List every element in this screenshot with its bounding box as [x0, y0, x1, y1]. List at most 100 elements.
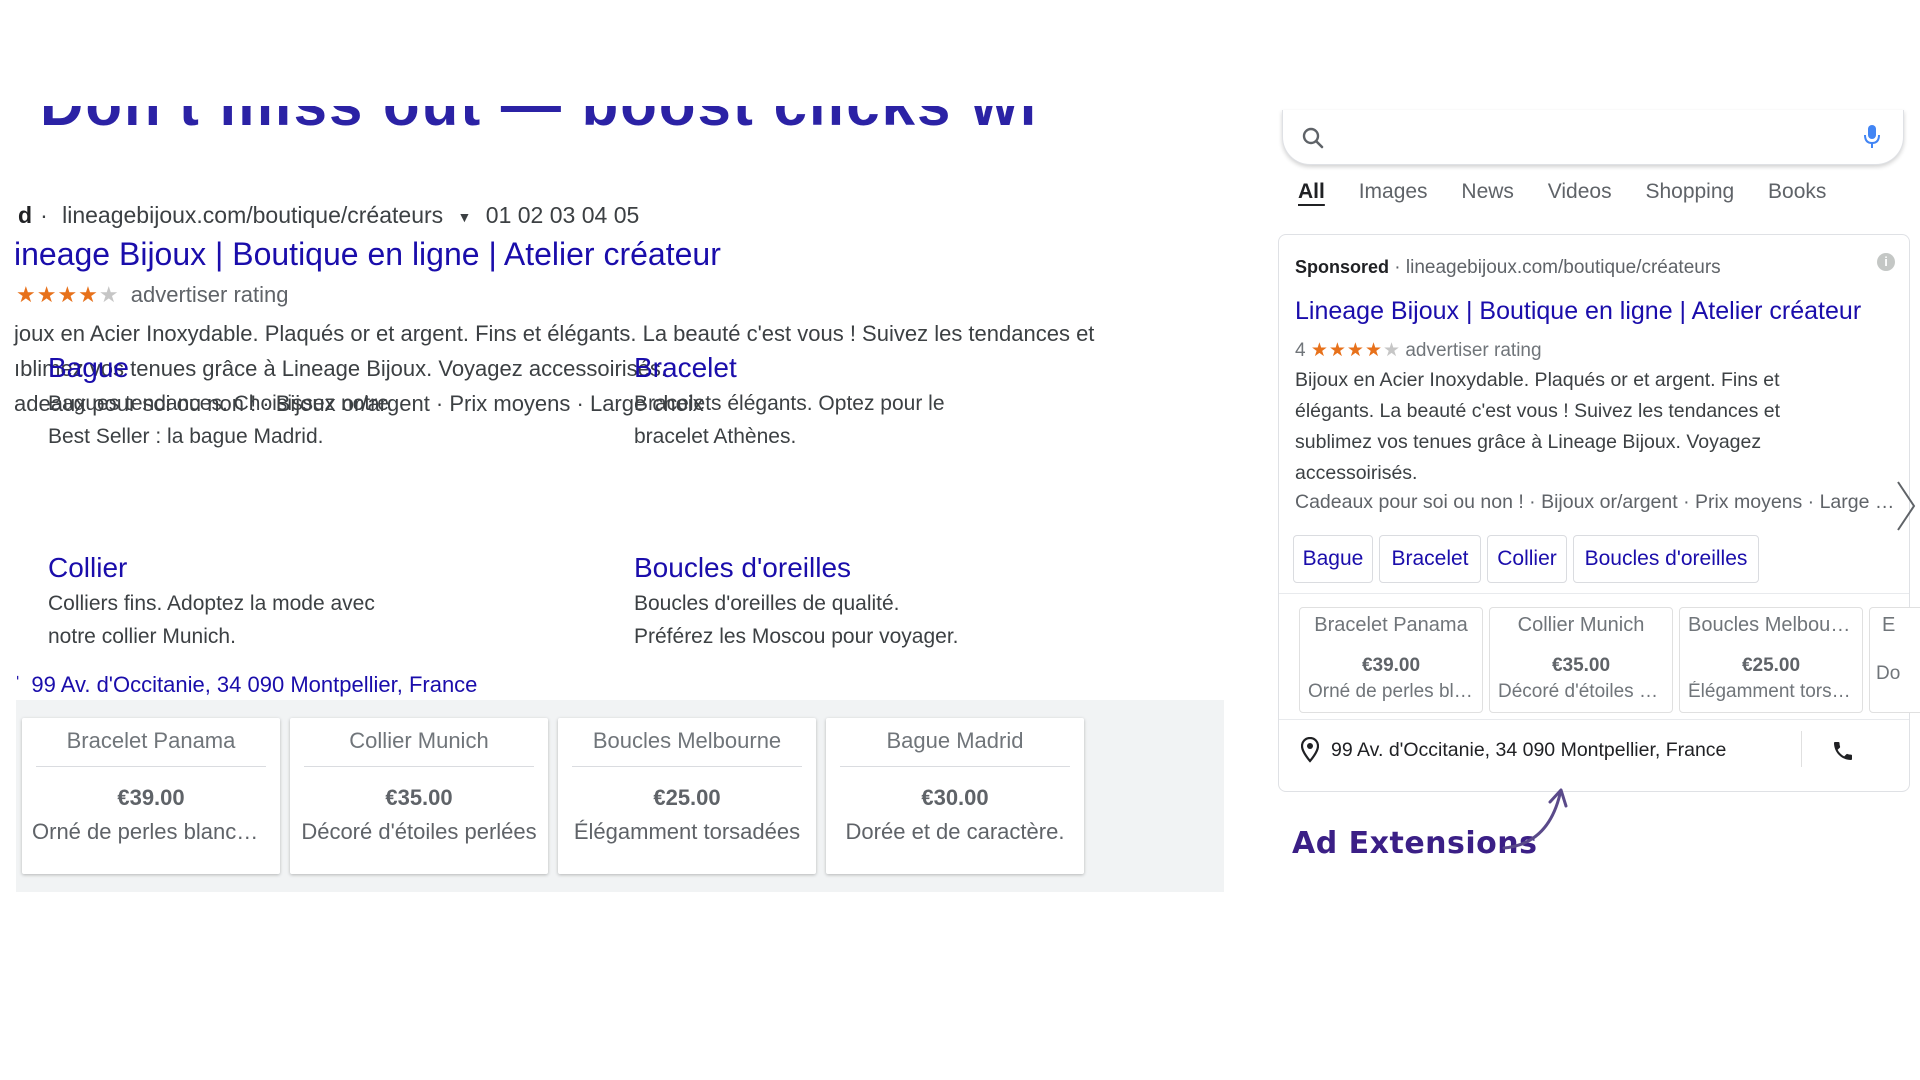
sitelink-desc: Préférez les Moscou pour voyager.	[634, 625, 959, 648]
mobile-ad-card: Sponsored · lineagebijoux.com/boutique/c…	[1278, 234, 1920, 792]
mobile-desc-line: Bijoux en Acier Inoxydable. Plaqués or e…	[1295, 369, 1780, 391]
mobile-product-card-partial[interactable]: E Do	[1869, 607, 1920, 713]
product-card[interactable]: Bracelet Panama €39.00 Orné de perles bl…	[22, 718, 280, 874]
slide-heading-partial: Don't miss out — boost clicks with ad ex…	[40, 106, 1040, 132]
product-name: Bracelet Panama	[1314, 614, 1468, 636]
product-desc: Orné de perles blanches	[1308, 681, 1482, 702]
product-name: Bague Madrid	[840, 728, 1070, 767]
product-price: €39.00	[1361, 655, 1421, 676]
location-pin-icon: ˈ	[14, 672, 22, 697]
product-name: E	[1882, 614, 1896, 636]
product-name: Collier Munich	[304, 728, 534, 767]
tab-all[interactable]: All	[1298, 180, 1325, 203]
product-card[interactable]: Collier Munich €35.00 Décoré d'étoiles p…	[290, 718, 548, 874]
mobile-product-card[interactable]: Bracelet Panama €39.00 Orné de perles bl…	[1299, 607, 1483, 713]
rating-text: advertiser rating	[1405, 340, 1542, 361]
mobile-desc-line: élégants. La beauté c'est vous ! Suivez …	[1295, 400, 1781, 422]
sitelink-desc: Colliers fins. Adoptez la mode avec	[48, 592, 375, 615]
ad-dot: ·	[40, 202, 48, 228]
mobile-product-card[interactable]: Boucles Melbourne €25.00 Élégamment tors…	[1679, 607, 1863, 713]
rating-stars-icon: ★★★★	[1310, 340, 1383, 361]
tab-books[interactable]: Books	[1768, 180, 1826, 203]
tab-videos[interactable]: Videos	[1548, 180, 1612, 203]
search-tabs: All Images News Videos Shopping Books	[1298, 180, 1854, 204]
sitelink-chip-boucles[interactable]: Boucles d'oreilles	[1573, 535, 1759, 583]
product-price: €25.00	[1741, 655, 1801, 676]
mobile-ad-headline-link[interactable]: Lineage Bijoux | Boutique en ligne | Ate…	[1295, 297, 1861, 326]
mobile-display-url[interactable]: · lineagebijoux.com/boutique/créateurs	[1394, 257, 1720, 278]
mobile-product-card[interactable]: Collier Munich €35.00 Décoré d'étoiles p…	[1489, 607, 1673, 713]
sponsored-label: Sponsored	[1295, 257, 1390, 277]
sitelink-desc: Best Seller : la bague Madrid.	[48, 425, 324, 448]
microphone-icon[interactable]	[1863, 124, 1881, 150]
ad-address: 99 Av. d'Occitanie, 34 090 Montpellier, …	[31, 672, 478, 697]
product-desc: Élégamment torsadées	[573, 819, 801, 844]
curved-arrow-icon	[1502, 788, 1568, 850]
dropdown-caret-icon[interactable]: ▼	[458, 209, 472, 225]
sitelink-title[interactable]: Collier	[48, 552, 375, 584]
rating-star-empty-icon: ★	[98, 282, 119, 307]
sitelink-desc: Bagues tendances. Choisissez notre	[48, 392, 389, 415]
tab-shopping[interactable]: Shopping	[1645, 180, 1734, 203]
sitelink-title[interactable]: Bracelet	[634, 352, 945, 384]
sitelink-title[interactable]: Boucles d'oreilles	[634, 552, 959, 584]
rating-star-empty-icon: ★	[1383, 340, 1401, 361]
ad-headline-link[interactable]: ineage Bijoux | Boutique en ligne | Atel…	[14, 236, 721, 273]
sitelink-chip-bague[interactable]: Bague	[1293, 535, 1373, 583]
product-desc: Orné de perles blanches	[32, 819, 272, 844]
mobile-desc-line: accessoirisés.	[1295, 462, 1418, 484]
product-card[interactable]: Boucles Melbourne €25.00 Élégamment tors…	[558, 718, 816, 874]
sitelink-bague: Bague Bagues tendances. Choisissez notre…	[48, 352, 389, 454]
product-desc: Décoré d'étoiles perlées	[301, 819, 537, 844]
chevron-right-icon[interactable]	[1894, 478, 1918, 534]
ad-phone[interactable]: 01 02 03 04 05	[486, 202, 639, 228]
sitelink-collier: Collier Colliers fins. Adoptez la mode a…	[48, 552, 375, 654]
slide-heading-text: Don't miss out — boost clicks with ad ex…	[40, 106, 1040, 132]
sitelink-desc: Bracelets élégants. Optez pour le	[634, 392, 945, 415]
ad-rating: ★★★★★ advertiser rating	[16, 282, 289, 308]
product-name: Bracelet Panama	[36, 728, 266, 767]
mobile-desc-line: sublimez vos tenues grâce à Lineage Bijo…	[1295, 431, 1762, 453]
product-price: €25.00	[653, 785, 721, 810]
product-desc: Do	[1876, 663, 1901, 684]
search-bar[interactable]	[1282, 110, 1904, 165]
sitelink-boucles: Boucles d'oreilles Boucles d'oreilles de…	[634, 552, 959, 654]
sitelink-desc: Boucles d'oreilles de qualité.	[634, 592, 900, 615]
product-card[interactable]: Bague Madrid €30.00 Dorée et de caractèr…	[826, 718, 1084, 874]
rating-stars-icon: ★★★★	[16, 282, 99, 307]
sitelink-desc: bracelet Athènes.	[634, 425, 797, 448]
product-name: Boucles Melbourne	[1688, 614, 1860, 636]
product-desc: Décoré d'étoiles perlées	[1498, 681, 1672, 702]
divider	[1279, 719, 1909, 720]
ad-display-url[interactable]: lineagebijoux.com/boutique/créateurs	[62, 202, 443, 228]
tab-news[interactable]: News	[1461, 180, 1514, 203]
mobile-callouts: Cadeaux pour soi ou non ! · Bijoux or/ar…	[1295, 491, 1895, 513]
separator	[1801, 731, 1802, 767]
product-desc: Élégamment torsadées	[1688, 681, 1862, 702]
rating-value: 4	[1295, 340, 1306, 361]
location-pin-icon	[1301, 737, 1319, 763]
info-icon[interactable]: i	[1877, 253, 1895, 271]
search-input[interactable]	[1339, 120, 1823, 156]
mobile-ad-rating: 4 ★★★★★ advertiser rating	[1295, 339, 1542, 362]
sitelink-chip-bracelet[interactable]: Bracelet	[1379, 535, 1481, 583]
phone-icon[interactable]	[1831, 739, 1855, 763]
divider	[1279, 593, 1909, 594]
product-desc: Dorée et de caractère.	[845, 819, 1065, 844]
ad-label: d	[18, 202, 33, 228]
sitelink-bracelet: Bracelet Bracelets élégants. Optez pour …	[634, 352, 945, 454]
mobile-ad-description: Bijoux en Acier Inoxydable. Plaqués or e…	[1295, 365, 1885, 489]
product-price: €39.00	[117, 785, 185, 810]
product-price: €35.00	[385, 785, 453, 810]
product-price: €30.00	[921, 785, 989, 810]
product-price: €35.00	[1551, 655, 1611, 676]
product-name: Collier Munich	[1517, 614, 1645, 636]
ad-location-link[interactable]: ˈ 99 Av. d'Occitanie, 34 090 Montpellier,…	[14, 672, 477, 698]
sitelink-chip-collier[interactable]: Collier	[1487, 535, 1567, 583]
sitelink-desc: notre collier Munich.	[48, 625, 236, 648]
tab-images[interactable]: Images	[1359, 180, 1428, 203]
ad-description-line: joux en Acier Inoxydable. Plaqués or et …	[14, 321, 1095, 346]
mobile-address[interactable]: 99 Av. d'Occitanie, 34 090 Montpellier, …	[1331, 739, 1726, 762]
sponsored-line: Sponsored · lineagebijoux.com/boutique/c…	[1295, 257, 1721, 279]
sitelink-title[interactable]: Bague	[48, 352, 389, 384]
